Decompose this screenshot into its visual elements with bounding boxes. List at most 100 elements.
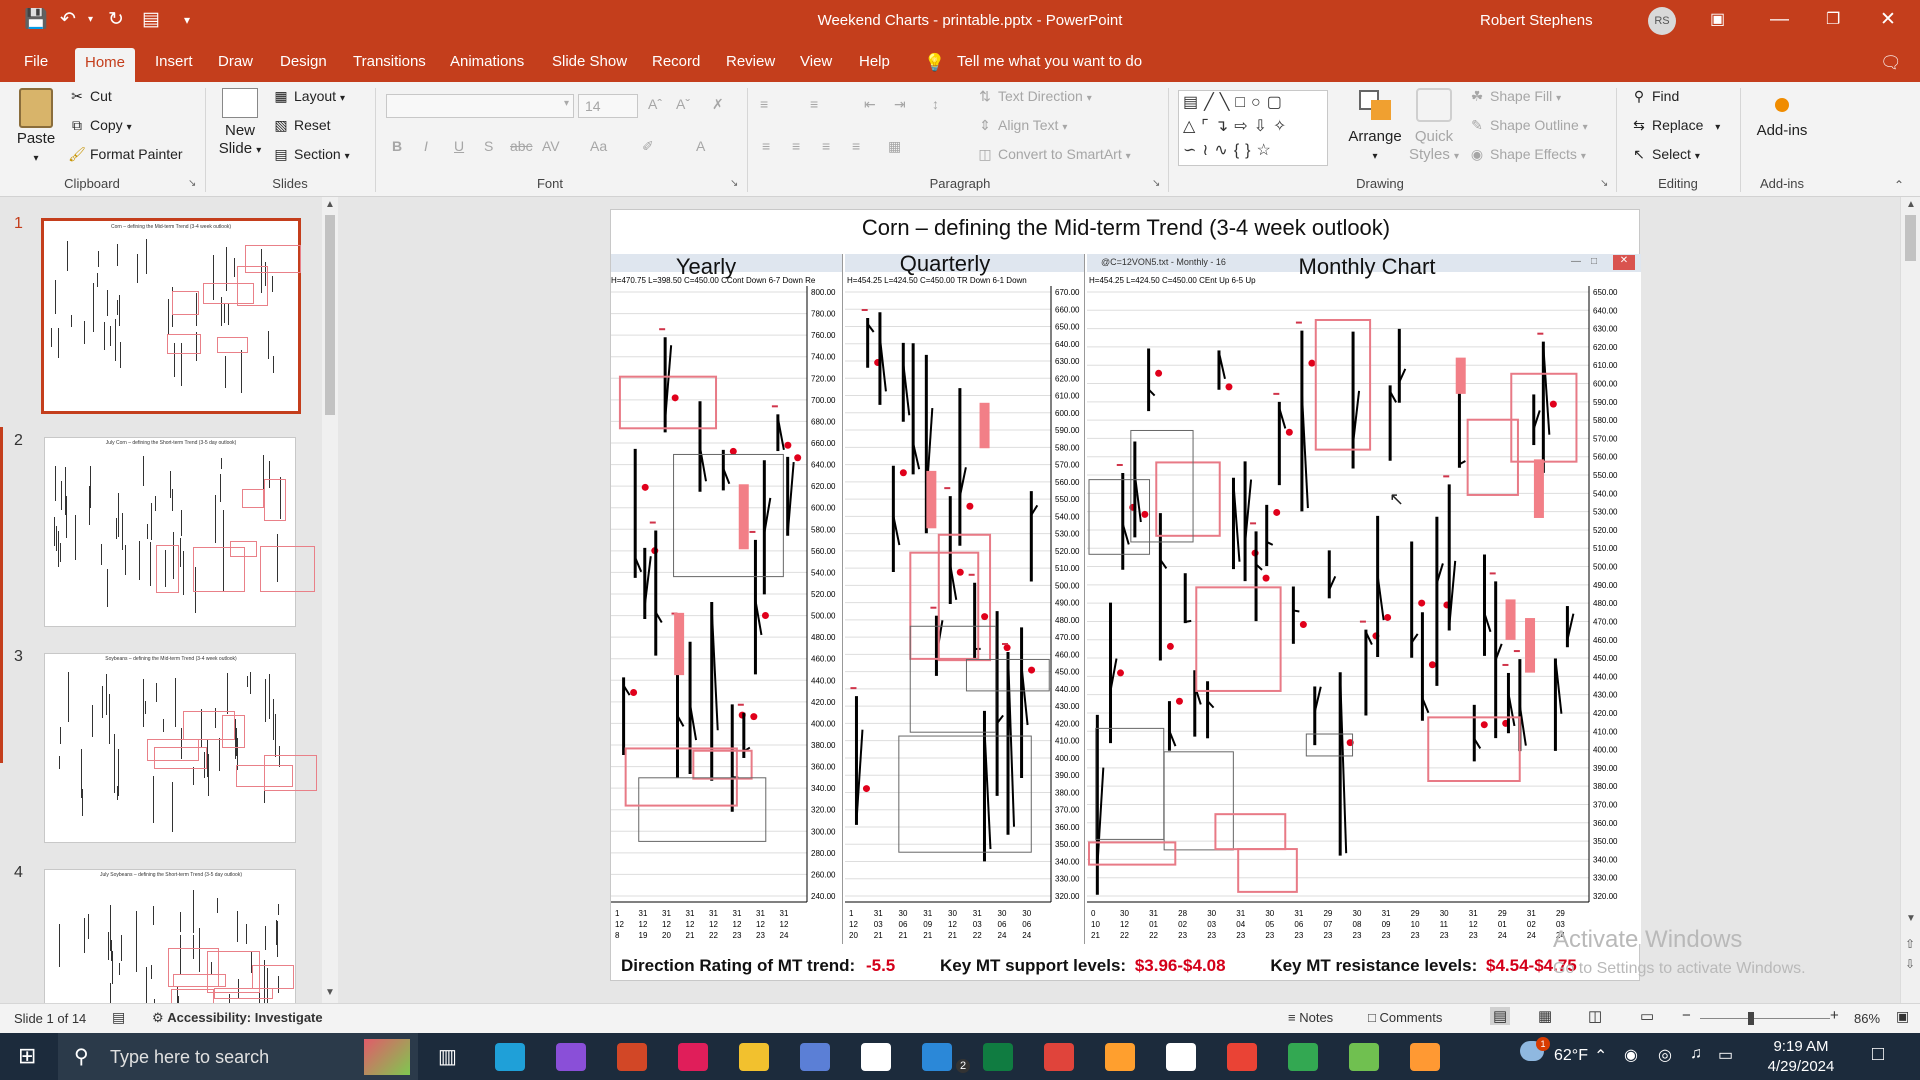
scroll-down-icon[interactable]: ▼	[1906, 913, 1916, 924]
bullets-icon[interactable]: ≡	[760, 96, 768, 112]
copy-button[interactable]: ⧉ Copy ▾	[68, 117, 132, 134]
scroll-down-icon[interactable]: ▼	[325, 987, 335, 998]
scroll-up-icon[interactable]: ▲	[1906, 199, 1916, 210]
add-ins-button[interactable]: Add-ins	[1750, 88, 1814, 140]
cut-button[interactable]: ✂ Cut	[68, 88, 112, 105]
taskbar-app-candy[interactable]	[1105, 1043, 1135, 1071]
monthly-chart-panel[interactable]: @C=12VON5.txt - Monthly - 16 ✕ □ — H=454…	[1087, 254, 1641, 944]
decrease-indent-icon[interactable]: ⇤	[864, 96, 876, 113]
find-button[interactable]: ⚲ Find	[1630, 88, 1679, 105]
zoom-in-icon[interactable]: +	[1830, 1007, 1839, 1024]
zoom-slider[interactable]	[1700, 1018, 1830, 1019]
slide-thumbnail[interactable]: July Soybeans – defining the Short-term …	[44, 869, 296, 1049]
maximize-icon[interactable]: ❐	[1826, 9, 1840, 31]
user-name[interactable]: Robert Stephens	[1480, 12, 1593, 29]
decrease-font-icon[interactable]: Aˇ	[676, 96, 690, 112]
previous-slide-icon[interactable]: ⇧	[1905, 937, 1915, 951]
slide-thumbnail[interactable]: Corn – defining the Mid-term Trend (3-4 …	[41, 218, 302, 414]
show-hidden-icons[interactable]: ⌃	[1594, 1046, 1607, 1066]
tab-view[interactable]: View	[800, 53, 832, 70]
yearly-chart-panel[interactable]: H=470.75 L=398.50 C=450.00 CCont Down 6-…	[611, 254, 843, 944]
thumbnail-scrollbar[interactable]: ▲ ▼	[322, 197, 338, 1003]
taskbar-app-calculator[interactable]	[983, 1043, 1013, 1071]
slide-scrollbar[interactable]: ▲ ▼ ⇧ ⇩	[1900, 197, 1920, 1003]
slide-sorter-icon[interactable]: ▦	[1538, 1007, 1552, 1025]
text-direction-button[interactable]: ⇅ Text Direction ▾	[976, 88, 1092, 105]
columns-icon[interactable]: ▦	[888, 138, 901, 155]
taskbar-app-slack[interactable]	[678, 1043, 708, 1071]
clock-date[interactable]: 4/29/2024	[1752, 1058, 1850, 1075]
slide-thumbnail[interactable]: July Corn – defining the Short-term Tren…	[44, 437, 315, 627]
tab-home[interactable]: Home	[75, 48, 136, 82]
normal-view-icon[interactable]: ▤	[1490, 1007, 1511, 1025]
direction-rating-value[interactable]: -5.5	[866, 956, 895, 975]
section-button[interactable]: ▤ Section ▾	[272, 146, 349, 163]
spell-check-icon[interactable]: ▤	[112, 1009, 125, 1026]
paste-button[interactable]: Paste ▾	[12, 88, 60, 168]
direction-rating-label[interactable]: Direction Rating of MT trend:	[621, 956, 855, 975]
font-size-box[interactable]: 14	[578, 94, 638, 118]
taskbar-app-firefox-nightly[interactable]	[556, 1043, 586, 1071]
tab-review[interactable]: Review	[726, 53, 775, 70]
line-spacing-icon[interactable]: ↕	[932, 96, 939, 112]
tell-me-search[interactable]: Tell me what you want to do	[957, 53, 1142, 70]
taskbar-app-sse[interactable]	[1166, 1043, 1196, 1071]
tab-transitions[interactable]: Transitions	[353, 53, 426, 70]
replace-button[interactable]: ⇆ Replace ▾	[1630, 117, 1720, 134]
shape-fill-button[interactable]: ☘ Shape Fill ▾	[1468, 88, 1561, 105]
slide-title[interactable]: Corn – defining the Mid-term Trend (3-4 …	[611, 215, 1641, 241]
support-levels-value[interactable]: $3.96-$4.08	[1135, 956, 1226, 975]
notes-button[interactable]: ≡ Notes	[1288, 1010, 1333, 1025]
taskbar-app-microsoft-edge[interactable]	[495, 1043, 525, 1071]
layout-button[interactable]: ▦ Layout ▾	[272, 88, 345, 105]
windows-start-icon[interactable]: ⊞	[18, 1043, 36, 1069]
location-icon[interactable]: ◉	[1624, 1045, 1638, 1065]
ribbon-display-options-icon[interactable]: ▣	[1710, 9, 1725, 31]
increase-indent-icon[interactable]: ⇥	[894, 96, 906, 113]
taskbar-search-box[interactable]: ⚲ Type here to search	[58, 1033, 418, 1080]
tab-record[interactable]: Record	[652, 53, 700, 70]
increase-font-icon[interactable]: Aˆ	[648, 96, 662, 112]
clipboard-launcher-icon[interactable]: ↘	[188, 178, 196, 189]
character-spacing-icon[interactable]: AV	[542, 138, 560, 154]
tab-insert[interactable]: Insert	[155, 53, 193, 70]
underline-icon[interactable]: U	[454, 138, 464, 154]
close-icon[interactable]: ✕	[1880, 9, 1896, 31]
zoom-slider-thumb[interactable]	[1748, 1012, 1754, 1025]
minimize-icon[interactable]: —	[1770, 9, 1789, 31]
shapes-gallery[interactable]: ▤╱╲□○▢ △⌜↴⇨⇩✧ ∽≀∿{}☆	[1178, 90, 1328, 166]
undo-icon[interactable]: ↶	[60, 9, 76, 31]
notification-center-icon[interactable]: □	[1872, 1043, 1884, 1066]
volume-icon[interactable]: ♫	[1690, 1045, 1702, 1063]
tab-draw[interactable]: Draw	[218, 53, 253, 70]
italic-icon[interactable]: I	[424, 138, 428, 154]
present-from-beginning-icon[interactable]: ▤	[142, 9, 160, 31]
slide[interactable]: Corn – defining the Mid-term Trend (3-4 …	[610, 209, 1641, 981]
align-center-icon[interactable]: ≡	[792, 138, 800, 154]
taskbar-app-powerpoint[interactable]	[617, 1043, 647, 1071]
quarterly-chart-panel[interactable]: H=454.25 L=424.50 C=450.00 TR Down 6-1 D…	[845, 254, 1085, 944]
tab-file[interactable]: File	[24, 53, 48, 70]
taskbar-app-stylus[interactable]	[800, 1043, 830, 1071]
taskbar-app-file-explorer[interactable]	[739, 1043, 769, 1071]
taskbar-app-app[interactable]	[1410, 1043, 1440, 1071]
next-slide-icon[interactable]: ⇩	[1905, 957, 1915, 971]
quick-styles-button[interactable]: Quick Styles ▾	[1406, 88, 1462, 166]
lightbulb-icon[interactable]: 💡	[924, 53, 945, 73]
tab-design[interactable]: Design	[280, 53, 327, 70]
paragraph-launcher-icon[interactable]: ↘	[1152, 178, 1160, 189]
network-icon[interactable]: ◎	[1658, 1045, 1672, 1065]
arrange-button[interactable]: Arrange ▾	[1340, 88, 1410, 166]
slideshow-view-icon[interactable]: ▭	[1640, 1007, 1654, 1025]
undo-dropdown-icon[interactable]: ▾	[88, 9, 93, 31]
new-slide-button[interactable]: New Slide ▾	[212, 88, 268, 160]
highlight-icon[interactable]: ✐	[642, 138, 654, 155]
align-right-icon[interactable]: ≡	[822, 138, 830, 154]
change-case-icon[interactable]: Aa	[590, 138, 607, 154]
shape-outline-button[interactable]: ✎ Shape Outline ▾	[1468, 117, 1588, 134]
align-left-icon[interactable]: ≡	[762, 138, 770, 154]
tab-animations[interactable]: Animations	[450, 53, 524, 70]
resistance-levels-label[interactable]: Key MT resistance levels:	[1270, 956, 1477, 975]
user-avatar[interactable]: RS	[1648, 7, 1676, 35]
numbering-icon[interactable]: ≡	[810, 96, 818, 112]
